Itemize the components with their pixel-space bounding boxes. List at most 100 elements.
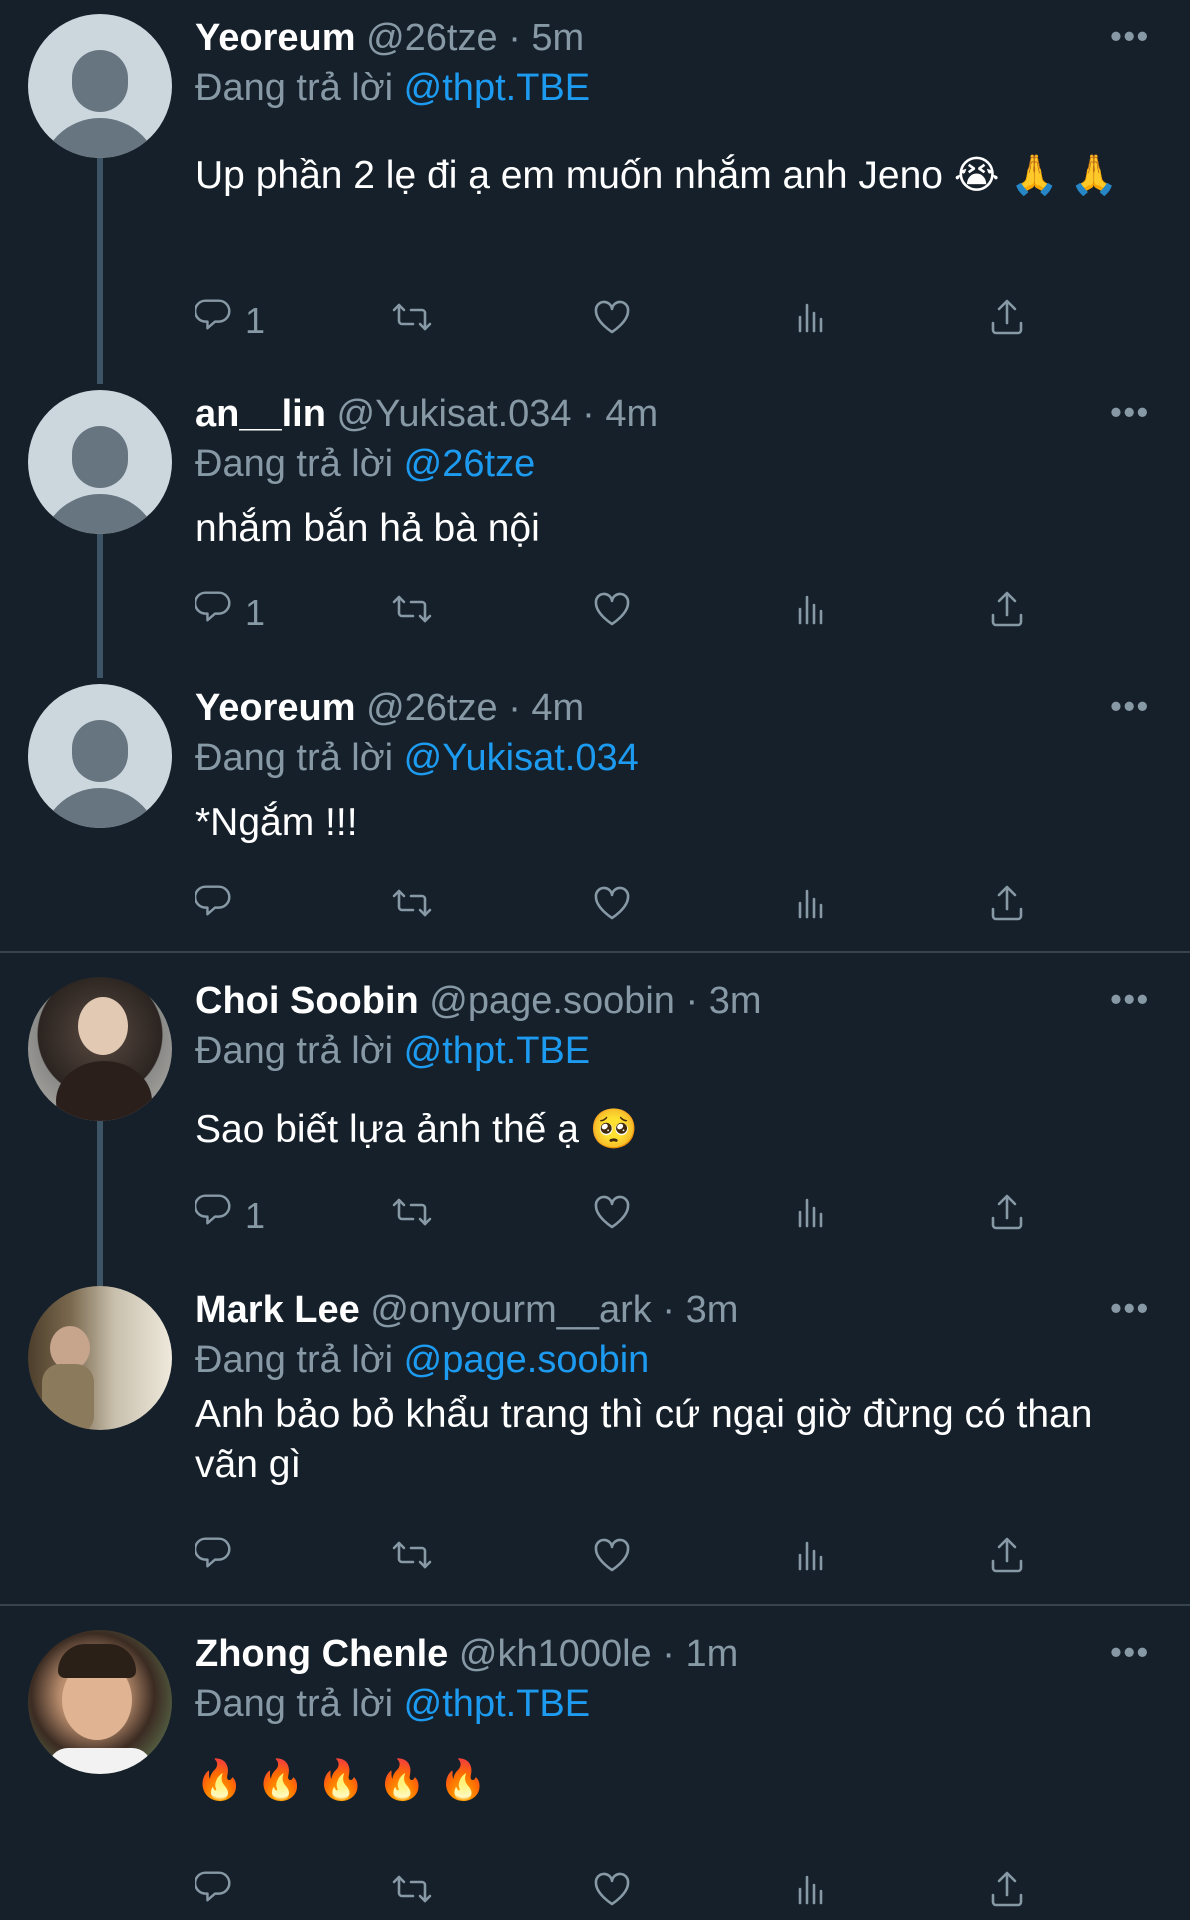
display-name[interactable]: an__lin	[195, 393, 326, 435]
replying-prefix: Đang trả lời	[195, 1683, 394, 1725]
tweet[interactable]: Mark Lee @onyourm__ark · 3m ••• Đang trả…	[0, 1272, 1190, 1592]
timestamp[interactable]: 4m	[605, 393, 658, 435]
timestamp[interactable]: 3m	[709, 980, 762, 1022]
display-name[interactable]: Yeoreum	[195, 687, 356, 729]
analytics-button[interactable]	[790, 1191, 834, 1241]
retweet-button[interactable]	[390, 588, 434, 638]
tweet[interactable]: Zhong Chenle @kh1000le · 1m ••• Đang trả…	[0, 1616, 1190, 1920]
replying-to: Đang trả lời @thpt.TBE	[195, 1029, 590, 1073]
like-button[interactable]	[590, 588, 634, 638]
timestamp[interactable]: 1m	[685, 1633, 738, 1675]
share-button[interactable]	[985, 1534, 1029, 1584]
separator-dot: ·	[662, 1633, 675, 1675]
retweet-button[interactable]	[390, 1534, 434, 1584]
reply-count: 1	[245, 592, 266, 633]
mention-link[interactable]: @thpt.TBE	[404, 67, 590, 109]
mention-link[interactable]: @Yukisat.034	[404, 737, 639, 779]
tweet-text: 🔥 🔥 🔥 🔥 🔥	[195, 1758, 488, 1803]
timestamp[interactable]: 4m	[531, 687, 584, 729]
tweet[interactable]: Yeoreum @26tze · 5m ••• Đang trả lời @th…	[0, 0, 1190, 370]
retweet-button[interactable]	[390, 1191, 434, 1241]
more-icon[interactable]: •••	[1110, 1634, 1150, 1671]
retweet-button[interactable]	[390, 296, 434, 346]
action-bar	[193, 1534, 1075, 1584]
like-button[interactable]	[590, 1868, 634, 1918]
share-button[interactable]	[985, 1868, 1029, 1918]
handle[interactable]: @page.soobin	[429, 980, 675, 1022]
analytics-button[interactable]	[790, 296, 834, 346]
tweet[interactable]: an__lin @Yukisat.034 · 4m ••• Đang trả l…	[0, 376, 1190, 666]
replying-to: Đang trả lời @page.soobin	[195, 1338, 649, 1382]
handle[interactable]: @Yukisat.034	[337, 393, 572, 435]
retweet-button[interactable]	[390, 1868, 434, 1918]
handle[interactable]: @26tze	[366, 17, 498, 59]
display-name[interactable]: Mark Lee	[195, 1289, 360, 1331]
separator-dot: ·	[662, 1289, 676, 1331]
avatar[interactable]	[28, 1286, 172, 1430]
like-button[interactable]	[590, 296, 634, 346]
mention-link[interactable]: @26tze	[404, 443, 536, 485]
share-icon	[985, 1533, 1029, 1586]
action-bar: 1	[193, 588, 1075, 638]
timestamp[interactable]: 5m	[531, 17, 584, 59]
reply-button[interactable]: 1	[193, 588, 266, 638]
retweet-icon	[390, 295, 434, 348]
like-button[interactable]	[590, 1534, 634, 1584]
analytics-button[interactable]	[790, 882, 834, 932]
analytics-icon	[790, 295, 834, 348]
analytics-button[interactable]	[790, 1534, 834, 1584]
reply-button[interactable]: 1	[193, 296, 266, 346]
divider	[0, 1604, 1190, 1606]
reply-button[interactable]	[193, 1868, 245, 1918]
retweet-icon	[390, 881, 434, 934]
share-button[interactable]	[985, 588, 1029, 638]
display-name[interactable]: Zhong Chenle	[195, 1633, 448, 1675]
timestamp[interactable]: 3m	[686, 1289, 739, 1331]
reply-button[interactable]	[193, 1534, 245, 1584]
avatar[interactable]	[28, 684, 172, 828]
mention-link[interactable]: @thpt.TBE	[404, 1030, 590, 1072]
display-name[interactable]: Choi Soobin	[195, 980, 419, 1022]
display-name[interactable]: Yeoreum	[195, 17, 356, 59]
reply-icon	[193, 881, 239, 934]
tweet-text: Anh bảo bỏ khẩu trang thì cứ ngại giờ đừ…	[195, 1393, 1093, 1486]
share-button[interactable]	[985, 882, 1029, 932]
handle[interactable]: @onyourm__ark	[370, 1289, 651, 1331]
more-icon[interactable]: •••	[1110, 394, 1150, 431]
action-bar	[193, 1868, 1075, 1918]
avatar[interactable]	[28, 390, 172, 534]
separator-dot: ·	[685, 980, 699, 1022]
avatar[interactable]	[28, 1630, 172, 1774]
mention-link[interactable]: @page.soobin	[404, 1339, 650, 1381]
retweet-button[interactable]	[390, 882, 434, 932]
replying-prefix: Đang trả lời	[195, 67, 394, 109]
reply-button[interactable]	[193, 881, 245, 934]
like-button[interactable]	[590, 882, 634, 932]
avatar[interactable]	[28, 14, 172, 158]
analytics-button[interactable]	[790, 588, 834, 638]
share-button[interactable]	[985, 296, 1029, 346]
replying-prefix: Đang trả lời	[195, 737, 394, 779]
handle[interactable]: @kh1000le	[459, 1633, 652, 1675]
more-icon[interactable]: •••	[1110, 688, 1150, 725]
reply-count: 1	[245, 300, 266, 341]
mention-link[interactable]: @thpt.TBE	[404, 1683, 590, 1725]
analytics-icon	[790, 1867, 834, 1920]
more-icon[interactable]: •••	[1110, 1290, 1150, 1327]
analytics-button[interactable]	[790, 1868, 834, 1918]
like-icon	[590, 1190, 634, 1243]
retweet-icon	[390, 1867, 434, 1920]
replying-prefix: Đang trả lời	[195, 1030, 394, 1072]
like-icon	[590, 1867, 634, 1920]
reply-button[interactable]: 1	[193, 1191, 265, 1241]
more-icon[interactable]: •••	[1110, 18, 1150, 55]
tweet-header: an__lin @Yukisat.034 · 4m	[195, 392, 658, 436]
tweet[interactable]: Yeoreum @26tze · 4m ••• Đang trả lời @Yu…	[0, 670, 1190, 950]
handle[interactable]: @26tze	[366, 687, 498, 729]
tweet[interactable]: Choi Soobin @page.soobin · 3m ••• Đang t…	[0, 963, 1190, 1263]
avatar[interactable]	[28, 977, 172, 1121]
share-button[interactable]	[985, 1191, 1029, 1241]
more-icon[interactable]: •••	[1110, 981, 1150, 1018]
like-button[interactable]	[590, 1191, 634, 1241]
action-bar	[193, 881, 1075, 934]
